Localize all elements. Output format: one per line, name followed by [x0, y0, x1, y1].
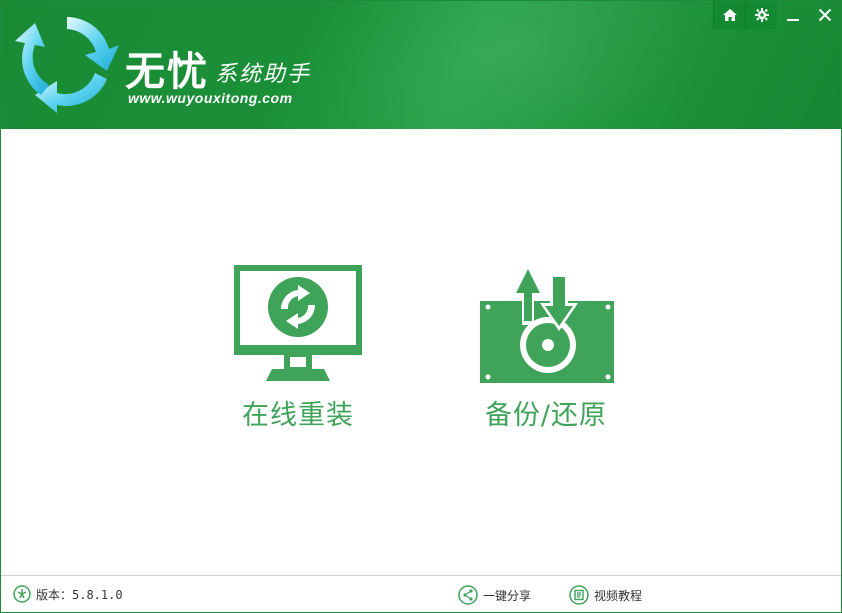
brand-subtitle: 系统助手	[215, 62, 312, 87]
home-icon	[722, 9, 737, 21]
monitor-refresh-icon	[234, 265, 362, 381]
online-reinstall-button[interactable]: 在线重装	[223, 263, 373, 432]
video-tutorial-icon	[569, 585, 589, 605]
window-controls	[713, 1, 841, 29]
video-tutorial-label: 视频教程	[594, 588, 643, 603]
gear-icon	[754, 8, 769, 22]
online-reinstall-label: 在线重装	[242, 400, 354, 431]
share-button[interactable]: 一键分享	[458, 585, 531, 605]
brand-title: 无忧	[125, 48, 209, 95]
recycle-logo-icon	[15, 17, 119, 113]
minimize-button[interactable]	[777, 1, 809, 29]
minimize-icon	[787, 19, 799, 21]
video-tutorial-button[interactable]: 视频教程	[569, 585, 642, 605]
close-button[interactable]	[809, 1, 841, 29]
version-info: 版本：5.8.1.0	[13, 585, 123, 603]
version-label: 版本：5.8.1.0	[36, 587, 123, 602]
share-label: 一键分享	[483, 588, 532, 603]
main-panel: 在线重装 备份/还原	[1, 129, 841, 575]
backup-restore-button[interactable]: 备份/还原	[471, 263, 621, 432]
close-icon	[818, 8, 832, 22]
app-window: 无忧 系统助手 www.wuyouxitong.com 在线重装 备份/还原 版…	[0, 0, 842, 613]
backup-restore-label: 备份/还原	[484, 400, 608, 431]
version-icon	[13, 585, 31, 603]
status-bar: 版本：5.8.1.0 一键分享 视频教程	[1, 575, 841, 612]
header-shine	[274, 1, 748, 129]
brand-url: www.wuyouxitong.com	[128, 90, 293, 106]
disk-backup-icon	[480, 265, 614, 383]
settings-button[interactable]	[745, 1, 777, 29]
share-icon	[458, 585, 478, 605]
home-button[interactable]	[713, 1, 745, 29]
header-banner: 无忧 系统助手 www.wuyouxitong.com	[1, 1, 841, 129]
